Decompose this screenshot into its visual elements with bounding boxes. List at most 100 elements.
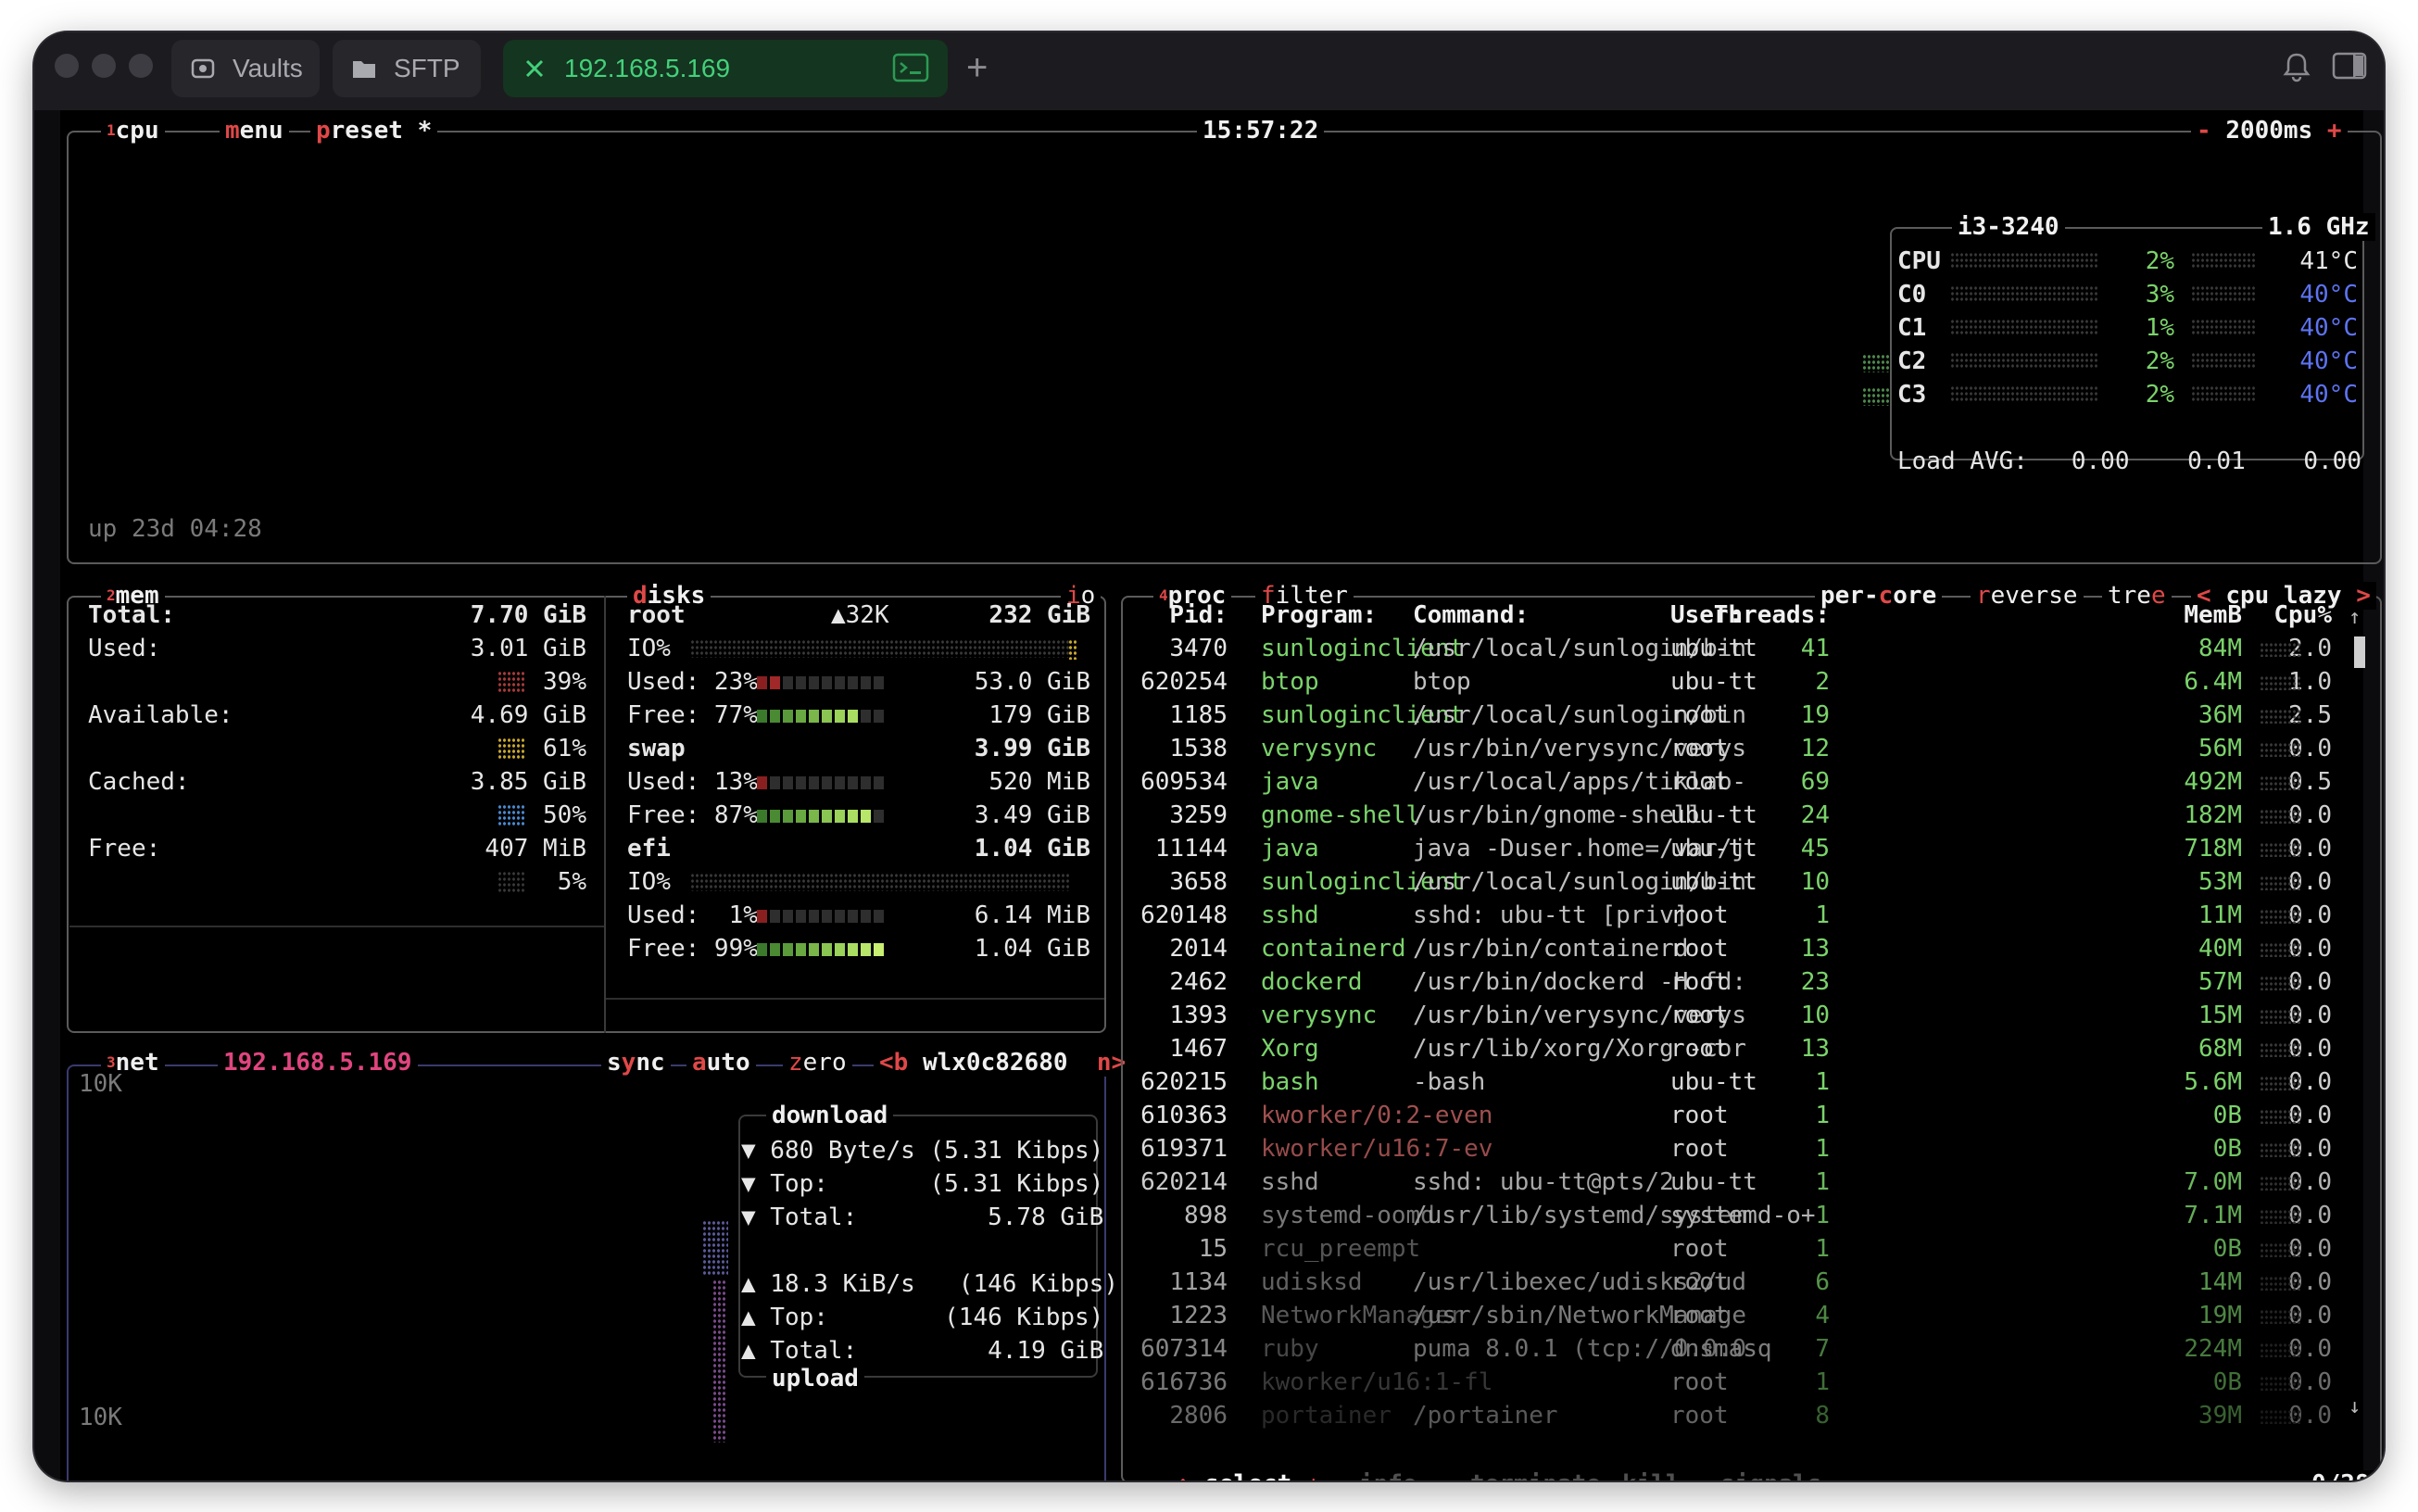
table-row[interactable]: 1134 udisksd/usr/libexec/udisks2/ud 6 root 1… [1144, 1266, 2367, 1299]
auto-button[interactable]: auto [686, 1049, 756, 1077]
table-row[interactable]: 898 systemd-oomd/usr/lib/systemd/system 1 s… [1144, 1199, 2367, 1232]
table-row[interactable]: 620215 bash -bash 1 ubu-tt 5.6M 0.0 [1140, 1065, 2367, 1099]
table-row[interactable]: 1467 Xorg/usr/lib/xorg/Xorg -cor 13 root 68M… [1144, 1032, 2367, 1065]
disk-used-label: Used: 23% [627, 668, 758, 696]
cpu-usage-graph [2260, 1042, 2300, 1057]
terminal-area[interactable]: 1cpu menu preset * 15:57:22 - 2000ms + u… [60, 110, 2384, 1480]
table-row[interactable]: 3470 sunloginclient/usr/local/sunlogin/bi… [1144, 632, 2367, 665]
signals-button[interactable]: signals [1715, 1470, 1828, 1480]
cell-pid: 15 [1198, 1235, 1228, 1263]
table-row[interactable]: 2014 containerd/usr/bin/containerd 13 root 4… [1144, 932, 2367, 965]
cpu-usage-graph [2260, 809, 2300, 824]
col-user[interactable]: User: [1670, 598, 1743, 632]
table-row[interactable]: 1393 verysync/usr/bin/verysync/verys 10 roo… [1144, 999, 2367, 1032]
kill-button[interactable]: kill [1617, 1470, 1686, 1480]
table-row[interactable]: 15 rcu_preempt 1 root 0B 0.0 [1144, 1232, 2367, 1266]
table-row[interactable]: 620214 sshd sshd: ubu-tt@pts/2 1 ubu-tt 7.0M 0… [1140, 1166, 2367, 1199]
net-interface[interactable]: <b wlx0c82680 n> [874, 1049, 1132, 1077]
table-row[interactable]: 1538 verysync/usr/bin/verysync/verys 12 roo… [1144, 732, 2367, 765]
disk-free: 179 GiB [989, 701, 1090, 729]
disk-io-graph [690, 639, 1070, 658]
table-row[interactable]: 616736 kworker/u16:1-fl 1 root 0B 0.0 [1140, 1366, 2367, 1399]
cell-threads: 1 [1815, 1135, 1830, 1163]
upload-label: upload [766, 1365, 864, 1392]
mem-avail-pct: 61% [543, 735, 586, 762]
cell-mem: 84M [2198, 635, 2242, 662]
cell-threads: 1 [1815, 1368, 1830, 1396]
cpu-usage-graph [2260, 1342, 2300, 1357]
cell-pid: 620214 [1140, 1168, 1228, 1196]
mem-used: 3.01 GiB [470, 635, 586, 662]
cell-pid: 1185 [1169, 701, 1228, 729]
table-row[interactable]: 609534 java/usr/local/apps/tiklab- 69 root 4… [1140, 765, 2367, 799]
cell-program: java [1261, 768, 1319, 796]
minimize-window-button[interactable] [92, 54, 116, 78]
cell-threads: 2 [1815, 668, 1830, 696]
table-row[interactable]: 3658 sunloginclient/usr/local/sunlogin/bi… [1144, 865, 2367, 899]
table-row[interactable]: 620254 btop btop 2 ubu-tt 6.4M 1.0 [1140, 665, 2367, 699]
cpu-temp-graph [2191, 252, 2256, 269]
cell-pid: 620148 [1140, 901, 1228, 929]
cell-pid: 619371 [1140, 1135, 1228, 1163]
tab-host[interactable]: 192.168.5.169 [503, 40, 948, 97]
select-control[interactable]: ↑ select ↓ [1170, 1470, 1327, 1480]
cell-mem: 36M [2198, 701, 2242, 729]
cpu-usage-graph [2260, 976, 2300, 990]
zero-button[interactable]: zero [783, 1049, 852, 1077]
cell-user: ubu-tt [1670, 668, 1757, 696]
table-row[interactable]: 620148 sshd sshd: ubu-tt [priv] 1 root 11M 0.0 [1140, 899, 2367, 932]
col-pid[interactable]: Pid: [1169, 598, 1228, 632]
sync-button[interactable]: sync [601, 1049, 671, 1077]
sidebar-toggle-icon[interactable] [2332, 51, 2367, 84]
table-row[interactable]: 3259 gnome-shell/usr/bin/gnome-shell 24 ubu… [1144, 799, 2367, 832]
terminate-button[interactable]: terminate [1465, 1470, 1606, 1480]
cpu-box-title[interactable]: 1cpu [101, 117, 165, 145]
col-mem[interactable]: MemB [2184, 598, 2242, 632]
cell-threads: 10 [1800, 868, 1830, 896]
cell-user: systemd-o+ [1670, 1202, 1816, 1229]
zoom-window-button[interactable] [129, 54, 153, 78]
table-row[interactable]: 2806 portainer/portainer 8 root 39M 0.0 [1144, 1399, 2367, 1432]
tab-label: 192.168.5.169 [564, 54, 731, 82]
col-cpu[interactable]: Cpu% [2273, 598, 2332, 632]
load-avg: Load AVG: 0.00 0.01 0.00 [1897, 447, 2361, 475]
table-row[interactable]: 610363 kworker/0:2-even 1 root 0B 0.0 [1140, 1099, 2367, 1132]
scroll-up-icon[interactable]: ↑ [2349, 601, 2361, 635]
table-row[interactable]: 11144 java java -Duser.home=/var/j 45 ubu-tt… [1144, 832, 2367, 865]
cell-threads: 8 [1815, 1402, 1830, 1430]
interval-control[interactable]: - 2000ms + [2191, 117, 2348, 145]
cpu-core-temp: 40°C [2299, 381, 2358, 409]
scrollbar-thumb[interactable] [2354, 636, 2365, 668]
table-row[interactable]: 1185 sunloginclient/usr/local/sunlogin/bi… [1144, 699, 2367, 732]
disk-free: 3.49 GiB [974, 801, 1090, 829]
cpu-core-graph [1950, 285, 2098, 302]
col-program[interactable]: Program: [1261, 598, 1377, 632]
scroll-down-icon[interactable]: ↓ [2349, 1391, 2361, 1424]
close-window-button[interactable] [55, 54, 79, 78]
info-button[interactable]: info ↵ [1354, 1470, 1452, 1480]
cell-program: ruby [1261, 1335, 1319, 1363]
cpu-core-label: C0 [1897, 281, 1927, 309]
upload-graph [712, 1279, 725, 1443]
menu-button[interactable]: menu [220, 117, 289, 145]
cpu-core-label: CPU [1897, 247, 1941, 275]
cell-user: root [1670, 1135, 1729, 1163]
tab-sftp[interactable]: SFTP [333, 40, 481, 97]
table-row[interactable]: 2462 dockerd/usr/bin/dockerd -H fd: 23 root… [1144, 965, 2367, 999]
disk-free: 1.04 GiB [974, 935, 1090, 963]
table-row[interactable]: 1223 NetworkManager/usr/sbin/NetworkManag… [1144, 1299, 2367, 1332]
close-icon[interactable] [520, 54, 549, 83]
process-table[interactable]: Pid: Program: Command: Threads: User: Me… [1140, 598, 2367, 1432]
cell-mem: 39M [2198, 1402, 2242, 1430]
terminal-icon [892, 53, 929, 89]
tab-vaults[interactable]: Vaults [171, 40, 320, 97]
divider [604, 596, 606, 1033]
cell-user: ubu-tt [1670, 1168, 1757, 1196]
table-row[interactable]: 607314 ruby puma 8.0.1 (tcp://0.0.0 7 dnsmas… [1140, 1332, 2367, 1366]
cell-mem: 68M [2198, 1035, 2242, 1063]
bell-icon[interactable] [2282, 51, 2311, 86]
mem-used-pct: 39% [543, 668, 586, 696]
new-tab-button[interactable]: + [966, 47, 988, 89]
table-row[interactable]: 619371 kworker/u16:7-ev 1 root 0B 0.0 [1140, 1132, 2367, 1166]
preset-button[interactable]: preset * [310, 117, 438, 145]
